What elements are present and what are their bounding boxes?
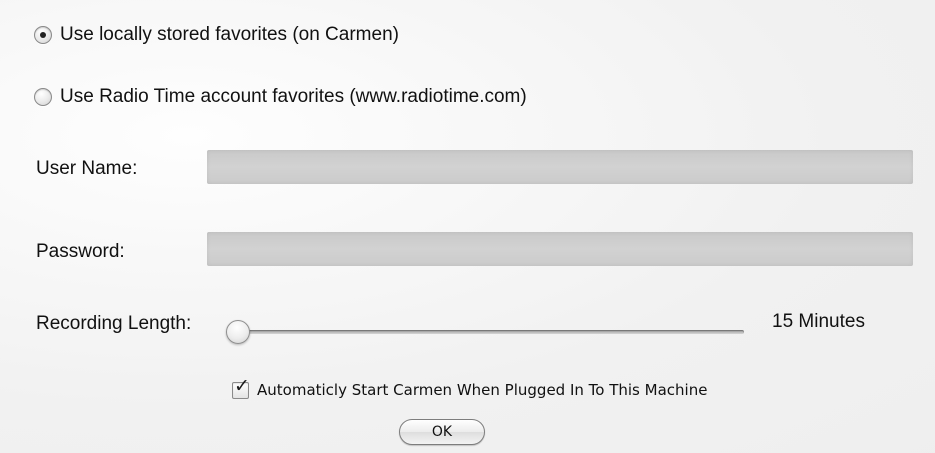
slider-thumb-icon[interactable]	[226, 320, 250, 344]
autostart-checkbox[interactable]: ✓	[232, 376, 250, 399]
ok-button[interactable]: OK	[399, 419, 485, 445]
autostart-label: Automaticly Start Carmen When Plugged In…	[257, 381, 708, 399]
favorites-radiotime-option[interactable]: Use Radio Time account favorites (www.ra…	[34, 86, 527, 108]
favorites-local-option[interactable]: Use locally stored favorites (on Carmen)	[34, 24, 399, 46]
password-label: Password:	[36, 241, 125, 262]
favorites-local-label: Use locally stored favorites (on Carmen)	[60, 24, 399, 45]
slider-track[interactable]	[238, 330, 744, 334]
recording-length-label: Recording Length:	[36, 313, 192, 334]
preferences-panel: Use locally stored favorites (on Carmen)…	[0, 0, 935, 453]
username-label: User Name:	[36, 158, 138, 179]
favorites-radiotime-label: Use Radio Time account favorites (www.ra…	[60, 86, 527, 107]
recording-length-slider[interactable]	[226, 318, 748, 348]
autostart-option[interactable]: ✓ Automaticly Start Carmen When Plugged …	[232, 376, 708, 399]
recording-length-value: 15 Minutes	[772, 311, 865, 332]
username-input[interactable]	[207, 150, 913, 184]
radio-selected-icon[interactable]	[34, 26, 52, 44]
radio-unselected-icon[interactable]	[34, 88, 52, 106]
password-input[interactable]	[207, 232, 913, 266]
checkmark-icon: ✓	[234, 374, 250, 397]
